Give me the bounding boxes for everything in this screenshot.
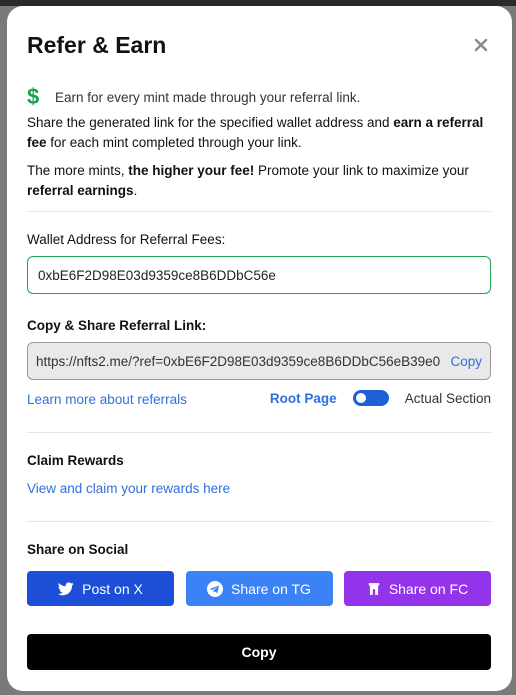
- close-icon[interactable]: [472, 36, 490, 54]
- wallet-address-input[interactable]: [27, 256, 491, 294]
- mints-description: The more mints, the higher your fee! Pro…: [27, 161, 497, 201]
- divider: [27, 211, 491, 212]
- claim-rewards-title: Claim Rewards: [27, 453, 124, 468]
- post-on-x-button[interactable]: Post on X: [27, 571, 174, 606]
- social-buttons: Post on X Share on TG Share on FC: [27, 571, 491, 606]
- mints-description-part: The more mints,: [27, 163, 129, 178]
- farcaster-icon: [368, 582, 380, 595]
- mints-description-part: Promote your link to maximize your: [254, 163, 469, 178]
- modal-title: Refer & Earn: [27, 32, 167, 58]
- earn-info-text: Earn for every mint made through your re…: [55, 89, 361, 105]
- referral-link-text: https://nfts2.me/?ref=0xbE6F2D98E03d9359…: [36, 353, 441, 369]
- copy-button[interactable]: Copy: [27, 634, 491, 670]
- share-description: Share the generated link for the specifi…: [27, 113, 497, 153]
- actual-section-label: Actual Section: [404, 390, 491, 406]
- share-on-tg-label: Share on TG: [231, 580, 311, 597]
- mints-description-emphasis: the higher your fee!: [128, 163, 255, 178]
- mints-description-emphasis: referral earnings: [27, 183, 134, 198]
- link-target-toggle[interactable]: [352, 390, 389, 406]
- learn-more-link[interactable]: Learn more about referrals: [27, 392, 187, 407]
- post-on-x-label: Post on X: [82, 580, 143, 597]
- earn-info-row: $ Earn for every mint made through your …: [27, 84, 360, 110]
- toggle-knob: [355, 393, 366, 403]
- dollar-icon: $: [27, 84, 40, 109]
- link-target-switch: Root Page Actual Section: [270, 390, 491, 406]
- referral-link-label: Copy & Share Referral Link:: [27, 318, 207, 333]
- share-description-part: Share the generated link for the specifi…: [27, 115, 394, 130]
- copy-link-button[interactable]: Copy: [444, 353, 490, 369]
- share-on-fc-button[interactable]: Share on FC: [344, 571, 491, 606]
- share-description-part: for each mint completed through your lin…: [46, 135, 302, 150]
- root-page-label: Root Page: [269, 390, 337, 406]
- telegram-icon: [207, 580, 224, 597]
- twitter-bird-icon: [58, 581, 74, 595]
- divider: [27, 432, 491, 433]
- claim-rewards-link[interactable]: View and claim your rewards here: [27, 481, 230, 496]
- wallet-label: Wallet Address for Referral Fees:: [27, 232, 226, 247]
- share-on-tg-button[interactable]: Share on TG: [185, 571, 333, 606]
- share-on-fc-label: Share on FC: [388, 580, 469, 597]
- share-social-title: Share on Social: [27, 542, 129, 557]
- refer-earn-modal: Refer & Earn $ Earn for every mint made …: [7, 6, 512, 691]
- divider: [27, 521, 491, 522]
- mints-description-part: .: [133, 183, 138, 198]
- referral-link-field[interactable]: https://nfts2.me/?ref=0xbE6F2D98E03d9359…: [27, 342, 491, 380]
